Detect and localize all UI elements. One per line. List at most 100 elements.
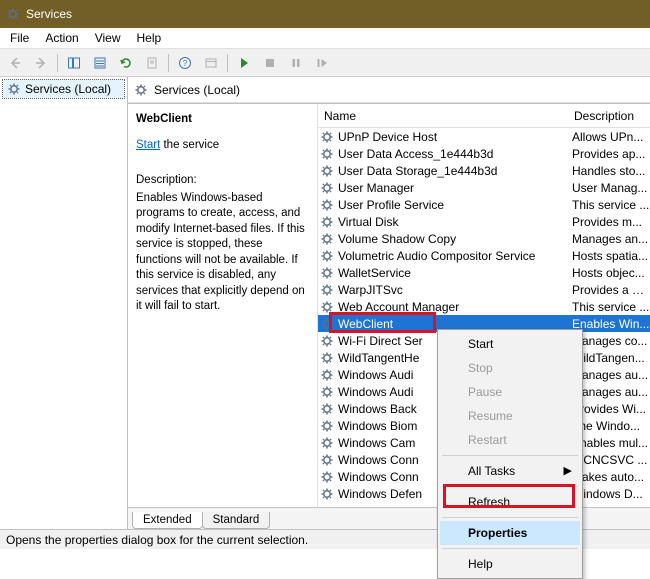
properties-button[interactable] (88, 51, 112, 75)
refresh-button[interactable] (114, 51, 138, 75)
table-row[interactable]: WarpJITSvcProvides a JI... (318, 281, 650, 298)
table-row[interactable]: Web Account ManagerThis service ... (318, 298, 650, 315)
gear-icon (320, 266, 334, 280)
pause-service-button[interactable] (284, 51, 308, 75)
table-row[interactable]: UPnP Device Host Allows UPn... (318, 128, 650, 145)
service-name: Windows Conn (338, 453, 419, 467)
service-name: Windows Cam (338, 436, 415, 450)
service-name: WildTangentHe (338, 351, 419, 365)
svg-text:?: ? (183, 59, 188, 68)
start-service-link[interactable]: Start (136, 139, 160, 151)
cell-name: User Manager (318, 181, 568, 195)
submenu-arrow-icon: ▶ (564, 464, 572, 477)
pane-header: Services (Local) (128, 77, 650, 103)
menubar: File Action View Help (0, 28, 650, 49)
list-header: Name Description (318, 106, 650, 128)
ctx-resume[interactable]: Resume (440, 404, 580, 428)
column-name[interactable]: Name (318, 106, 568, 127)
cell-name: Web Account Manager (318, 300, 568, 314)
generic-button[interactable] (199, 51, 223, 75)
service-name: Windows Audi (338, 368, 413, 382)
service-name: WalletService (338, 266, 411, 280)
service-name: WarpJITSvc (338, 283, 403, 297)
export-button[interactable] (140, 51, 164, 75)
gear-icon (320, 249, 334, 263)
ctx-all-tasks[interactable]: All Tasks▶ (440, 459, 580, 483)
menu-help[interactable]: Help (129, 29, 170, 47)
gear-icon (320, 164, 334, 178)
table-row[interactable]: User Profile ServiceThis service ... (318, 196, 650, 213)
details-panel: WebClient Start the service Description:… (128, 104, 318, 507)
column-description[interactable]: Description (568, 106, 650, 127)
menu-action[interactable]: Action (37, 29, 86, 47)
nav-back-button[interactable] (3, 51, 27, 75)
gear-icon (320, 368, 334, 382)
gear-icon (320, 130, 334, 144)
tab-standard[interactable]: Standard (202, 512, 271, 529)
cell-desc: Handles sto... (568, 164, 650, 178)
cell-name: User Data Access_1e444b3d (318, 147, 568, 161)
table-row[interactable]: User ManagerUser Manag... (318, 179, 650, 196)
description-label: Description: (136, 173, 309, 189)
cell-desc: Provides ap... (568, 147, 650, 161)
gear-icon (320, 283, 334, 297)
titlebar: Services (0, 0, 650, 28)
gear-icon (320, 453, 334, 467)
cell-name: UPnP Device Host (318, 130, 568, 144)
cell-desc: Allows UPn... (568, 130, 650, 144)
service-name: Windows Audi (338, 385, 413, 399)
gear-icon (320, 419, 334, 433)
menu-view[interactable]: View (87, 29, 129, 47)
ctx-refresh[interactable]: Refresh (440, 490, 580, 514)
ctx-start[interactable]: Start (440, 332, 580, 356)
table-row[interactable]: User Data Storage_1e444b3d Handles sto... (318, 162, 650, 179)
gear-icon (7, 82, 21, 96)
start-service-line: Start the service (136, 138, 309, 154)
gear-icon (320, 198, 334, 212)
show-hide-tree-button[interactable] (62, 51, 86, 75)
service-name: Windows Defen (338, 487, 422, 501)
service-name: User Data Storage_1e444b3d (338, 164, 497, 178)
gear-icon (320, 351, 334, 365)
table-row[interactable]: User Data Access_1e444b3dProvides ap... (318, 145, 650, 162)
service-name: Volumetric Audio Compositor Service (338, 249, 535, 263)
service-name: UPnP Device Host (338, 130, 437, 144)
table-row[interactable]: Virtual DiskProvides m... (318, 213, 650, 230)
app-icon (6, 7, 20, 21)
ctx-stop[interactable]: Stop (440, 356, 580, 380)
ctx-help[interactable]: Help (440, 552, 580, 576)
tab-extended[interactable]: Extended (132, 512, 203, 529)
cell-desc: Manages an... (568, 232, 650, 246)
cell-desc: User Manag... (568, 181, 650, 195)
service-name: WebClient (338, 317, 393, 331)
table-row[interactable]: Volumetric Audio Compositor ServiceHosts… (318, 247, 650, 264)
start-service-rest: the service (160, 139, 219, 151)
cell-name: User Profile Service (318, 198, 568, 212)
stop-service-button[interactable] (258, 51, 282, 75)
ctx-properties[interactable]: Properties (440, 521, 580, 545)
service-name: Windows Back (338, 402, 417, 416)
menu-file[interactable]: File (2, 29, 37, 47)
cell-desc: This service ... (568, 198, 650, 212)
context-menu: Start Stop Pause Resume Restart All Task… (437, 329, 583, 579)
cell-desc: This service ... (568, 300, 650, 314)
help-button[interactable]: ? (173, 51, 197, 75)
gear-icon (320, 300, 334, 314)
cell-desc: Provides m... (568, 215, 650, 229)
service-name: Volume Shadow Copy (338, 232, 456, 246)
start-service-button[interactable] (232, 51, 256, 75)
cell-name: Volume Shadow Copy (318, 232, 568, 246)
table-row[interactable]: WalletServiceHosts objec... (318, 264, 650, 281)
restart-service-button[interactable] (310, 51, 334, 75)
ctx-restart[interactable]: Restart (440, 428, 580, 452)
selected-service-name: WebClient (136, 112, 309, 128)
nav-forward-button[interactable] (29, 51, 53, 75)
cell-name: Volumetric Audio Compositor Service (318, 249, 568, 263)
tree-item-services-local[interactable]: Services (Local) (2, 79, 125, 99)
cell-name: Virtual Disk (318, 215, 568, 229)
cell-name: User Data Storage_1e444b3d (318, 164, 568, 178)
gear-icon (320, 232, 334, 246)
gear-icon (320, 334, 334, 348)
table-row[interactable]: Volume Shadow Copy Manages an... (318, 230, 650, 247)
ctx-pause[interactable]: Pause (440, 380, 580, 404)
